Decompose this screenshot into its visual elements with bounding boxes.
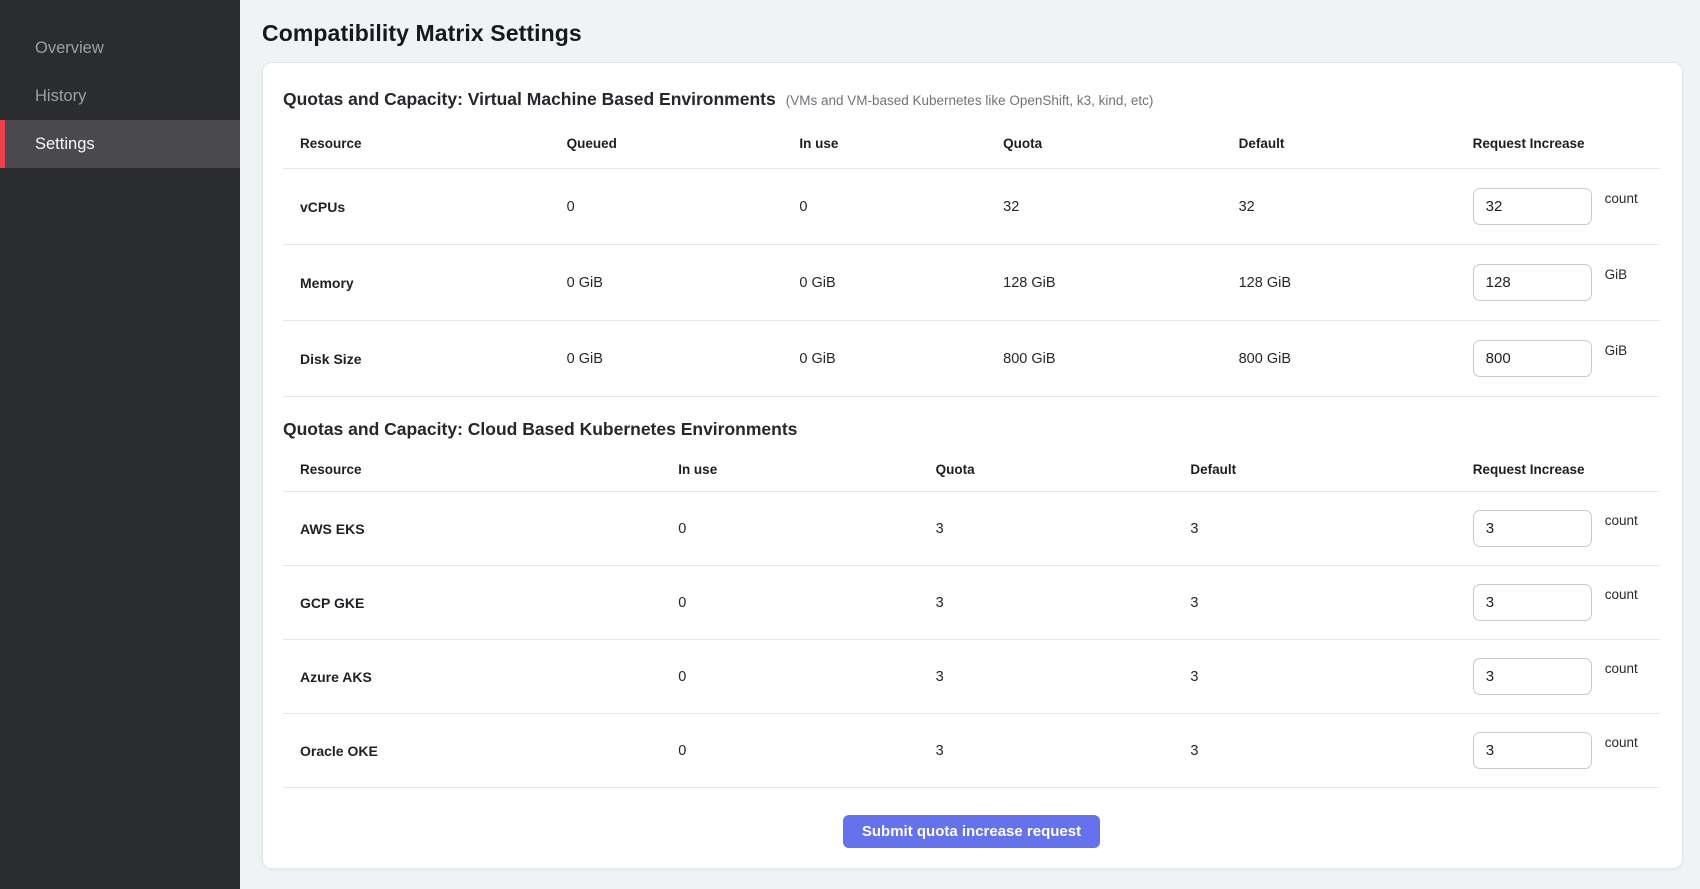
sidebar-item-label: History: [35, 87, 86, 106]
in-use-value: 0: [678, 743, 935, 759]
table-header-row: Resource Queued In use Quota Default Req…: [283, 126, 1660, 169]
table-row-vcpus: vCPUs 0 0 32 32 count: [283, 169, 1660, 245]
column-header-in-use: In use: [799, 136, 1003, 151]
quota-value: 3: [936, 669, 1191, 685]
column-header-quota: Quota: [936, 462, 1191, 477]
default-value: 3: [1190, 669, 1472, 685]
column-header-queued: Queued: [567, 136, 800, 151]
gcp-gke-request-input[interactable]: [1473, 584, 1592, 621]
table-row-disk-size: Disk Size 0 GiB 0 GiB 800 GiB 800 GiB Gi…: [283, 321, 1660, 397]
main-content: Compatibility Matrix Settings Quotas and…: [240, 0, 1700, 889]
table-row-memory: Memory 0 GiB 0 GiB 128 GiB 128 GiB GiB: [283, 245, 1660, 321]
in-use-value: 0: [678, 595, 935, 611]
column-header-default: Default: [1190, 462, 1472, 477]
default-value: 800 GiB: [1239, 351, 1473, 367]
in-use-value: 0 GiB: [799, 351, 1003, 367]
quota-value: 800 GiB: [1003, 351, 1238, 367]
default-value: 3: [1190, 743, 1472, 759]
request-increase-cell: count: [1473, 584, 1660, 621]
in-use-value: 0 GiB: [799, 275, 1003, 291]
queued-value: 0: [567, 199, 800, 215]
sidebar-item-history[interactable]: History: [0, 72, 240, 120]
default-value: 128 GiB: [1239, 275, 1473, 291]
unit-label: GiB: [1605, 343, 1628, 358]
column-header-quota: Quota: [1003, 136, 1238, 151]
column-header-request-increase: Request Increase: [1473, 462, 1660, 477]
queued-value: 0 GiB: [567, 275, 800, 291]
app-window: Overview History Settings Compatibility …: [0, 0, 1700, 889]
resource-name: Disk Size: [283, 351, 567, 367]
request-increase-cell: GiB: [1473, 340, 1660, 377]
quota-value: 3: [936, 595, 1191, 611]
resource-name: vCPUs: [283, 199, 567, 215]
request-increase-cell: count: [1473, 658, 1660, 695]
column-header-default: Default: [1239, 136, 1473, 151]
section-cloud-kubernetes: Quotas and Capacity: Cloud Based Kuberne…: [283, 397, 1660, 788]
section-title: Quotas and Capacity: Virtual Machine Bas…: [283, 89, 776, 110]
cloud-quota-table: Resource In use Quota Default Request In…: [283, 456, 1660, 788]
quota-value: 128 GiB: [1003, 275, 1238, 291]
column-header-in-use: In use: [678, 462, 935, 477]
unit-label: count: [1605, 587, 1638, 602]
resource-name: GCP GKE: [283, 595, 678, 611]
default-value: 3: [1190, 521, 1472, 537]
section-header: Quotas and Capacity: Virtual Machine Bas…: [283, 85, 1660, 126]
in-use-value: 0: [678, 521, 935, 537]
in-use-value: 0: [799, 199, 1003, 215]
section-vm-environments: Quotas and Capacity: Virtual Machine Bas…: [283, 85, 1660, 397]
default-value: 32: [1239, 199, 1473, 215]
sidebar-item-label: Overview: [35, 39, 104, 58]
resource-name: Azure AKS: [283, 669, 678, 685]
unit-label: count: [1605, 191, 1638, 206]
sidebar-item-overview[interactable]: Overview: [0, 24, 240, 72]
table-row-azure-aks: Azure AKS 0 3 3 count: [283, 640, 1660, 714]
column-header-resource: Resource: [283, 462, 678, 477]
resource-name: AWS EKS: [283, 521, 678, 537]
resource-name: Memory: [283, 275, 567, 291]
request-increase-cell: GiB: [1473, 264, 1660, 301]
default-value: 3: [1190, 595, 1472, 611]
request-increase-cell: count: [1473, 510, 1660, 547]
unit-label: count: [1605, 735, 1638, 750]
section-title: Quotas and Capacity: Cloud Based Kuberne…: [283, 419, 797, 440]
quota-value: 3: [936, 521, 1191, 537]
unit-label: count: [1605, 661, 1638, 676]
azure-aks-request-input[interactable]: [1473, 658, 1592, 695]
column-header-request-increase: Request Increase: [1473, 136, 1660, 151]
card-footer: Submit quota increase request: [283, 788, 1660, 848]
column-header-resource: Resource: [283, 136, 567, 151]
vcpus-request-input[interactable]: [1473, 188, 1592, 225]
quota-value: 32: [1003, 199, 1238, 215]
quota-value: 3: [936, 743, 1191, 759]
table-row-gcp-gke: GCP GKE 0 3 3 count: [283, 566, 1660, 640]
sidebar-item-label: Settings: [35, 135, 95, 154]
memory-request-input[interactable]: [1473, 264, 1592, 301]
queued-value: 0 GiB: [567, 351, 800, 367]
disk-size-request-input[interactable]: [1473, 340, 1592, 377]
section-subtitle: (VMs and VM-based Kubernetes like OpenSh…: [786, 93, 1154, 108]
section-header: Quotas and Capacity: Cloud Based Kuberne…: [283, 415, 1660, 456]
page-title: Compatibility Matrix Settings: [262, 20, 1683, 47]
table-row-aws-eks: AWS EKS 0 3 3 count: [283, 492, 1660, 566]
oracle-oke-request-input[interactable]: [1473, 732, 1592, 769]
resource-name: Oracle OKE: [283, 743, 678, 759]
aws-eks-request-input[interactable]: [1473, 510, 1592, 547]
vm-quota-table: Resource Queued In use Quota Default Req…: [283, 126, 1660, 397]
unit-label: GiB: [1605, 267, 1628, 282]
request-increase-cell: count: [1473, 732, 1660, 769]
request-increase-cell: count: [1473, 188, 1660, 225]
unit-label: count: [1605, 513, 1638, 528]
settings-card: Quotas and Capacity: Virtual Machine Bas…: [262, 62, 1683, 869]
table-row-oracle-oke: Oracle OKE 0 3 3 count: [283, 714, 1660, 788]
in-use-value: 0: [678, 669, 935, 685]
sidebar: Overview History Settings: [0, 0, 240, 889]
sidebar-item-settings[interactable]: Settings: [0, 120, 240, 168]
submit-quota-increase-button[interactable]: Submit quota increase request: [843, 815, 1100, 848]
table-header-row: Resource In use Quota Default Request In…: [283, 456, 1660, 492]
